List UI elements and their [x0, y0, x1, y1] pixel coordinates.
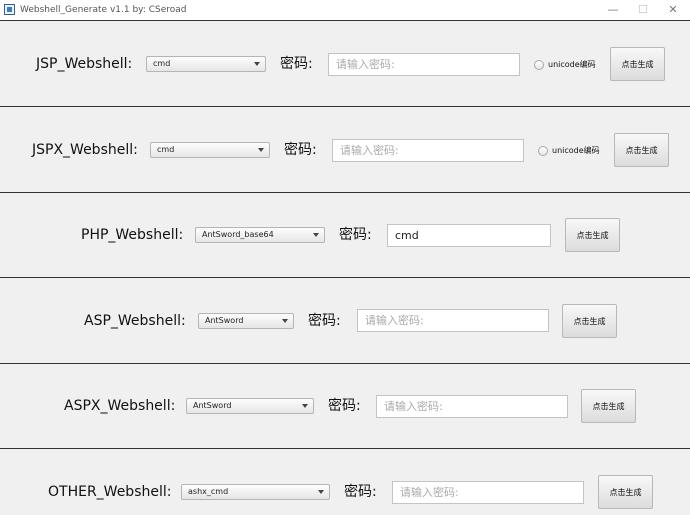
jspx-type-selected: cmd: [157, 145, 175, 154]
jsp-unicode-radio[interactable]: unicode编码: [534, 59, 604, 73]
app-icon: [4, 4, 15, 15]
other-webshell-label: OTHER_Webshell:: [48, 484, 172, 500]
jsp-type-selected: cmd: [153, 59, 171, 68]
minimize-button[interactable]: —: [598, 0, 628, 20]
asp-type-selected: AntSword: [205, 316, 244, 325]
other-password-input[interactable]: [392, 481, 584, 504]
php-panel: PHP_Webshell: AntSword_base64 密码: 点击生成: [0, 192, 690, 277]
jsp-unicode-label: unicode编码: [548, 60, 596, 69]
asp-generate-button[interactable]: 点击生成: [562, 304, 617, 338]
php-password-input[interactable]: [387, 224, 551, 247]
jspx-webshell-label: JSPX_Webshell:: [32, 142, 138, 158]
close-button[interactable]: ✕: [658, 0, 688, 20]
jsp-panel: JSP_Webshell: cmd 密码: unicode编码 点击生成: [0, 20, 690, 106]
jsp-webshell-label: JSP_Webshell:: [36, 56, 133, 72]
jspx-generate-button[interactable]: 点击生成: [614, 133, 669, 167]
php-webshell-label: PHP_Webshell:: [81, 227, 184, 243]
php-generate-button[interactable]: 点击生成: [565, 218, 620, 252]
aspx-webshell-label: ASPX_Webshell:: [64, 398, 176, 414]
other-type-select[interactable]: ashx_cmd: [181, 484, 330, 500]
jsp-password-label: 密码:: [280, 56, 313, 72]
other-panel: OTHER_Webshell: ashx_cmd 密码: 点击生成: [0, 448, 690, 515]
aspx-type-selected: AntSword: [193, 401, 232, 410]
other-generate-button[interactable]: 点击生成: [598, 475, 653, 509]
window-title: Webshell_Generate v1.1 by: CSeroad: [20, 5, 187, 15]
other-type-selected: ashx_cmd: [188, 487, 229, 496]
jspx-unicode-radio[interactable]: unicode编码: [538, 145, 608, 159]
jspx-panel: JSPX_Webshell: cmd 密码: unicode编码 点击生成: [0, 106, 690, 192]
jsp-password-input[interactable]: [328, 53, 520, 76]
jsp-generate-button[interactable]: 点击生成: [610, 47, 665, 81]
chevron-down-icon: [313, 233, 319, 237]
title-bar: Webshell_Generate v1.1 by: CSeroad — ☐ ✕: [0, 0, 690, 20]
aspx-password-label: 密码:: [328, 398, 361, 414]
jspx-password-input[interactable]: [332, 139, 524, 162]
aspx-type-select[interactable]: AntSword: [186, 398, 314, 414]
php-type-selected: AntSword_base64: [202, 230, 274, 239]
asp-webshell-label: ASP_Webshell:: [84, 313, 186, 329]
asp-panel: ASP_Webshell: AntSword 密码: 点击生成: [0, 277, 690, 363]
chevron-down-icon: [254, 62, 260, 66]
php-password-label: 密码:: [339, 227, 372, 243]
aspx-password-input[interactable]: [376, 395, 568, 418]
chevron-down-icon: [318, 490, 324, 494]
other-password-label: 密码:: [344, 484, 377, 500]
chevron-down-icon: [282, 319, 288, 323]
chevron-down-icon: [258, 148, 264, 152]
asp-type-select[interactable]: AntSword: [198, 313, 294, 329]
radio-circle-icon: [538, 146, 548, 156]
radio-circle-icon: [534, 60, 544, 70]
app-window: Webshell_Generate v1.1 by: CSeroad — ☐ ✕…: [0, 0, 690, 515]
maximize-button[interactable]: ☐: [628, 0, 658, 20]
jspx-password-label: 密码:: [284, 142, 317, 158]
jspx-type-select[interactable]: cmd: [150, 142, 270, 158]
asp-password-input[interactable]: [357, 309, 549, 332]
aspx-generate-button[interactable]: 点击生成: [581, 389, 636, 423]
asp-password-label: 密码:: [308, 313, 341, 329]
php-type-select[interactable]: AntSword_base64: [195, 227, 325, 243]
chevron-down-icon: [302, 404, 308, 408]
jspx-unicode-label: unicode编码: [552, 146, 600, 155]
jsp-type-select[interactable]: cmd: [146, 56, 266, 72]
aspx-panel: ASPX_Webshell: AntSword 密码: 点击生成: [0, 363, 690, 448]
